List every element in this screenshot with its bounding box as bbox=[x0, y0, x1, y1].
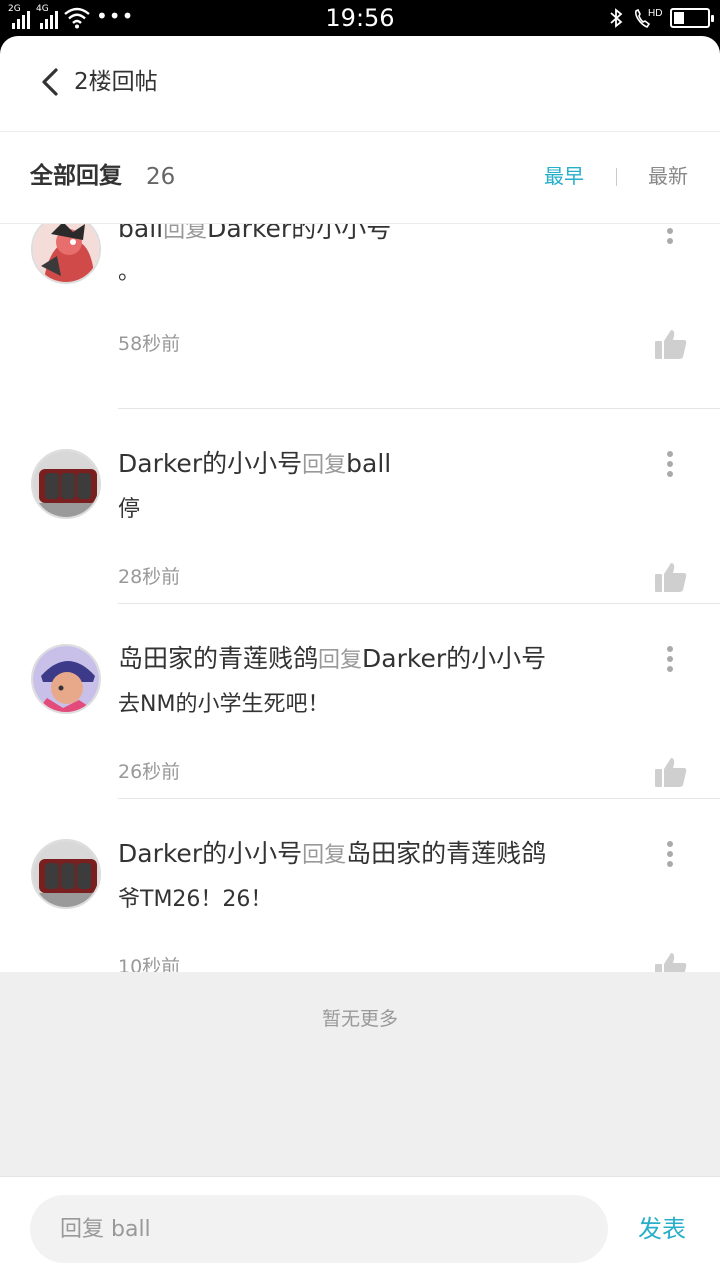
reply-content: 。 bbox=[118, 260, 141, 285]
reply-content: 停 bbox=[118, 497, 141, 522]
target-name[interactable]: 岛田家的青莲贱鸽 bbox=[346, 839, 546, 868]
author-name[interactable]: Darker的小小号 bbox=[118, 449, 302, 478]
reply-headline: ball回复Darker的小小号 bbox=[118, 224, 391, 246]
replies-header: 全部回复 26 最早 最新 bbox=[0, 132, 720, 224]
battery-level bbox=[674, 12, 684, 24]
reply-item[interactable]: Darker的小小号回复ball 停 28秒前 bbox=[0, 409, 720, 604]
avatar[interactable] bbox=[31, 839, 101, 909]
reply-time: 10秒前 bbox=[118, 956, 181, 972]
sort-earliest-tab[interactable]: 最早 bbox=[544, 162, 584, 190]
chevron-left-icon[interactable] bbox=[32, 62, 68, 102]
reply-content: 去NM的小学生死吧！ bbox=[118, 692, 330, 717]
hd-call-icon: HD bbox=[634, 8, 662, 28]
avatar[interactable] bbox=[31, 224, 101, 284]
status-right: HD bbox=[608, 6, 714, 30]
sort-newest-tab[interactable]: 最新 bbox=[648, 162, 688, 190]
reply-time: 26秒前 bbox=[118, 761, 181, 783]
reply-headline: Darker的小小号回复岛田家的青莲贱鸽 bbox=[118, 839, 546, 871]
sort-divider bbox=[616, 168, 617, 186]
reply-content: 爷TM26！26！ bbox=[118, 887, 273, 912]
reply-headline: Darker的小小号回复ball bbox=[118, 449, 391, 481]
reply-verb: 回复 bbox=[302, 453, 347, 478]
reply-verb: 回复 bbox=[302, 843, 347, 868]
target-name[interactable]: ball bbox=[346, 449, 391, 478]
target-name[interactable]: Darker的小小号 bbox=[362, 644, 546, 673]
status-bar: 2G 4G ••• 19:56 HD bbox=[0, 0, 720, 36]
no-more-label: 暂无更多 bbox=[321, 1008, 398, 1030]
target-name[interactable]: Darker的小小号 bbox=[207, 224, 391, 243]
page-title: 2楼回帖 bbox=[74, 69, 158, 95]
more-options-icon[interactable] bbox=[664, 841, 676, 871]
thumbs-up-icon[interactable] bbox=[654, 756, 688, 788]
avatar[interactable] bbox=[31, 644, 101, 714]
reply-item[interactable]: 岛田家的青莲贱鸽回复Darker的小小号 去NM的小学生死吧！ 26秒前 bbox=[0, 604, 720, 799]
thumbs-up-icon[interactable] bbox=[654, 328, 688, 360]
more-options-icon[interactable] bbox=[664, 451, 676, 481]
reply-item[interactable]: Darker的小小号回复岛田家的青莲贱鸽 爷TM26！26！ 10秒前 bbox=[0, 799, 720, 972]
reply-input[interactable] bbox=[30, 1195, 608, 1263]
reply-list: ball回复Darker的小小号 。 58秒前 Darker的小小号回复ball… bbox=[0, 224, 720, 972]
reply-verb: 回复 bbox=[163, 224, 208, 243]
reply-time: 58秒前 bbox=[118, 333, 181, 355]
author-name[interactable]: ball bbox=[118, 224, 163, 243]
reply-headline: 岛田家的青莲贱鸽回复Darker的小小号 bbox=[118, 644, 546, 676]
author-name[interactable]: 岛田家的青莲贱鸽 bbox=[118, 644, 318, 673]
more-options-icon[interactable] bbox=[664, 224, 676, 248]
thumbs-up-icon[interactable] bbox=[654, 951, 688, 972]
reply-time: 28秒前 bbox=[118, 566, 181, 588]
nav-bar: 2楼回帖 bbox=[0, 36, 720, 132]
send-button[interactable]: 发表 bbox=[638, 1213, 686, 1245]
thumbs-up-icon[interactable] bbox=[654, 561, 688, 593]
battery-icon bbox=[670, 8, 714, 28]
reply-sheet: 2楼回帖 全部回复 26 最早 最新 ball回复Darker的小小号 。 58… bbox=[0, 36, 720, 1280]
reply-bar: 发表 bbox=[0, 1176, 720, 1280]
hd-label: HD bbox=[648, 8, 662, 19]
reply-verb: 回复 bbox=[318, 648, 363, 673]
more-options-icon[interactable] bbox=[664, 646, 676, 676]
reply-item[interactable]: ball回复Darker的小小号 。 58秒前 bbox=[0, 224, 720, 409]
bluetooth-icon bbox=[610, 8, 623, 28]
list-footer: 暂无更多 bbox=[0, 972, 720, 1176]
author-name[interactable]: Darker的小小号 bbox=[118, 839, 302, 868]
reply-count: 26 bbox=[146, 164, 176, 190]
all-replies-label: 全部回复 bbox=[30, 163, 122, 189]
avatar[interactable] bbox=[31, 449, 101, 519]
